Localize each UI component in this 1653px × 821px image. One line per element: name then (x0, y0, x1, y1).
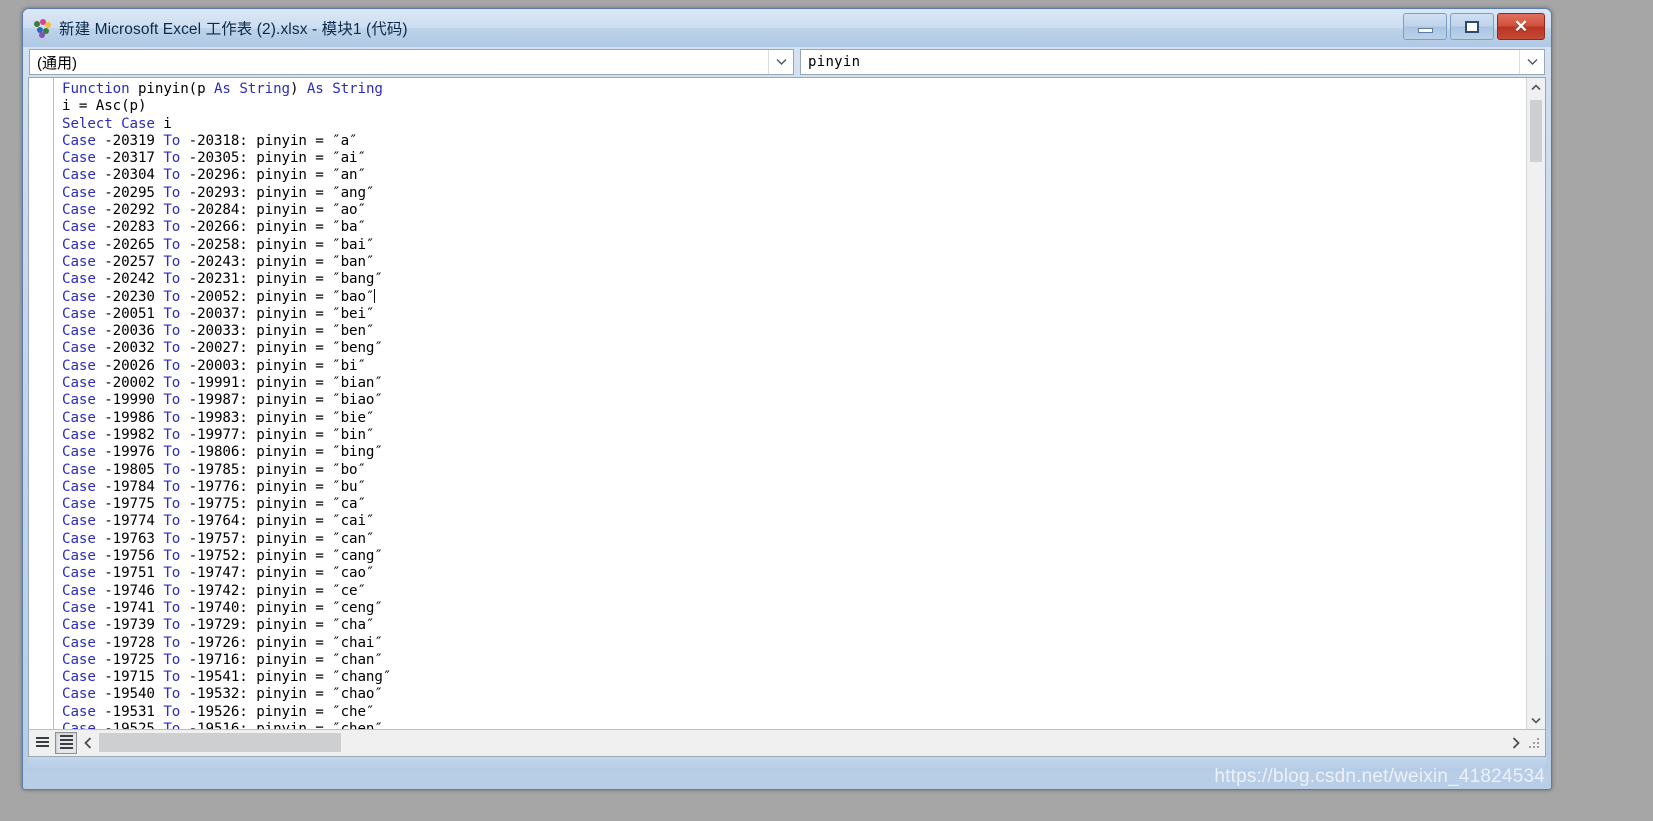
minimize-button[interactable] (1403, 13, 1447, 40)
maximize-button[interactable] (1450, 13, 1494, 40)
code-line: Case -19525 To -19516: pinyin = ″chen″ (62, 720, 383, 729)
procedure-combobox-value: pinyin (808, 54, 861, 70)
status-strip (28, 757, 1546, 771)
code-line: Case -19741 To -19740: pinyin = ″ceng″ (62, 599, 383, 616)
horizontal-scrollbar-thumb[interactable] (99, 733, 341, 752)
procedure-view-button[interactable] (31, 732, 53, 754)
chevron-left-icon[interactable] (77, 730, 99, 756)
code-line: Case -20032 To -20027: pinyin = ″beng″ (62, 340, 383, 357)
object-combobox-value: (通用) (37, 54, 77, 72)
code-line: Case -19775 To -19775: pinyin = ″ca″ (62, 496, 366, 513)
code-line: Case -20036 To -20033: pinyin = ″ben″ (62, 323, 375, 340)
code-line: Case -19728 To -19726: pinyin = ″chai″ (62, 634, 383, 651)
code-line: Case -19746 To -19742: pinyin = ″ce″ (62, 582, 366, 599)
code-line: Case -20026 To -20003: pinyin = ″bi″ (62, 357, 366, 374)
code-line: Case -20317 To -20305: pinyin = ″ai″ (62, 150, 366, 167)
code-text-area[interactable]: Function pinyin(p As String) As String i … (54, 78, 1526, 729)
code-line: Case -19763 To -19757: pinyin = ″can″ (62, 530, 375, 547)
full-module-view-icon (59, 735, 73, 751)
code-line: Case -19990 To -19987: pinyin = ″biao″ (62, 392, 383, 409)
code-gutter (29, 78, 54, 729)
text-caret (374, 288, 376, 303)
vba-editor-window: 新建 Microsoft Excel 工作表 (2).xlsx - 模块1 (代… (22, 8, 1552, 790)
chevron-down-icon[interactable] (1519, 50, 1544, 74)
code-editor-pane[interactable]: Function pinyin(p As String) As String i … (28, 77, 1546, 729)
code-line: Case -19976 To -19806: pinyin = ″bing″ (62, 444, 383, 461)
code-line: Case -20304 To -20296: pinyin = ″an″ (62, 167, 366, 184)
code-line: Case -20292 To -20284: pinyin = ″ao″ (62, 202, 366, 219)
chevron-up-icon[interactable] (1527, 78, 1545, 96)
object-combobox[interactable]: (通用) (29, 49, 794, 75)
code-line: i = Asc(p) (62, 98, 147, 115)
horizontal-scrollbar[interactable] (99, 730, 1505, 756)
resize-grip-icon[interactable] (1527, 735, 1543, 751)
code-line: Case -20002 To -19991: pinyin = ″bian″ (62, 375, 383, 392)
code-line: Case -19715 To -19541: pinyin = ″chang″ (62, 669, 392, 686)
close-button[interactable]: ✕ (1497, 13, 1545, 40)
code-line: Case -19986 To -19983: pinyin = ″bie″ (62, 409, 375, 426)
close-icon: ✕ (1513, 17, 1529, 36)
code-line: Case -20051 To -20037: pinyin = ″bei″ (62, 305, 375, 322)
code-line: Case -20230 To -20052: pinyin = ″bao″ (62, 288, 376, 305)
code-line: Case -19756 To -19752: pinyin = ″cang″ (62, 548, 383, 565)
procedure-view-icon (35, 737, 49, 749)
minimize-icon (1417, 27, 1433, 33)
code-line: Case -20319 To -20318: pinyin = ″a″ (62, 132, 358, 149)
code-line: Case -19774 To -19764: pinyin = ″cai″ (62, 513, 375, 530)
code-line: Case -19982 To -19977: pinyin = ″bin″ (62, 426, 375, 443)
code-line: Case -19540 To -19532: pinyin = ″chao″ (62, 686, 383, 703)
full-module-view-button[interactable] (55, 732, 77, 754)
excel-vba-icon (33, 18, 53, 38)
chevron-down-icon[interactable] (768, 50, 793, 74)
code-pane-toolbar: (通用) pinyin (23, 47, 1551, 77)
title-bar: 新建 Microsoft Excel 工作表 (2).xlsx - 模块1 (代… (23, 9, 1551, 47)
maximize-icon (1465, 20, 1479, 33)
code-pane-bottom-bar (28, 729, 1546, 757)
code-line: Function pinyin(p As String) As String (62, 81, 383, 97)
vertical-scrollbar-thumb[interactable] (1530, 100, 1542, 162)
code-line: Case -20257 To -20243: pinyin = ″ban″ (62, 253, 375, 270)
window-controls: ✕ (1403, 13, 1545, 40)
code-line: Case -19725 To -19716: pinyin = ″chan″ (62, 651, 383, 668)
code-line: Case -20265 To -20258: pinyin = ″bai″ (62, 236, 375, 253)
code-line: Select Case i (62, 115, 172, 132)
chevron-down-icon[interactable] (1527, 711, 1545, 729)
procedure-combobox[interactable]: pinyin (800, 49, 1545, 75)
code-line: Case -19784 To -19776: pinyin = ″bu″ (62, 478, 366, 495)
code-line: Case -20242 To -20231: pinyin = ″bang″ (62, 271, 383, 288)
window-title: 新建 Microsoft Excel 工作表 (2).xlsx - 模块1 (代… (59, 21, 408, 38)
code-line: Case -20283 To -20266: pinyin = ″ba″ (62, 219, 366, 236)
code-line: Case -19751 To -19747: pinyin = ″cao″ (62, 565, 375, 582)
code-line: Case -19805 To -19785: pinyin = ″bo″ (62, 461, 366, 478)
code-line: Case -19739 To -19729: pinyin = ″cha″ (62, 617, 375, 634)
code-line: Case -20295 To -20293: pinyin = ″ang″ (62, 184, 375, 201)
vertical-scrollbar[interactable] (1526, 78, 1545, 729)
chevron-right-icon[interactable] (1505, 730, 1527, 756)
code-line: Case -19531 To -19526: pinyin = ″che″ (62, 703, 375, 720)
